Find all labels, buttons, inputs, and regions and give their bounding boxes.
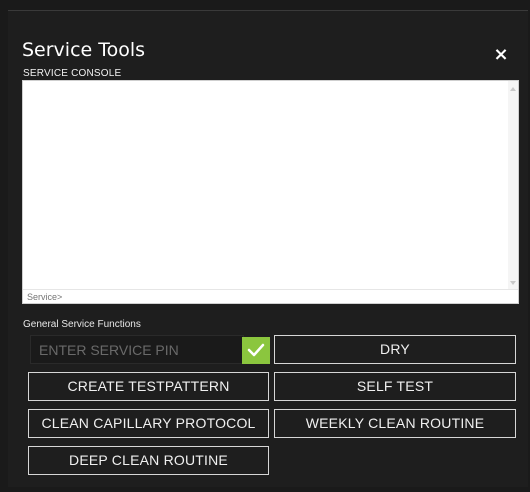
console-command-input[interactable] [23, 289, 518, 303]
console-scrollbar[interactable] [508, 81, 518, 291]
service-tools-dialog: Service Tools × SERVICE CONSOLE General … [8, 10, 528, 487]
create-testpattern-button[interactable]: CREATE TESTPATTERN [28, 372, 269, 401]
close-icon[interactable]: × [492, 46, 510, 64]
checkmark-icon [247, 343, 265, 357]
weekly-clean-routine-button[interactable]: WEEKLY CLEAN ROUTINE [274, 409, 516, 438]
dry-button[interactable]: DRY [274, 335, 516, 364]
dialog-title: Service Tools [22, 39, 146, 61]
deep-clean-routine-button[interactable]: DEEP CLEAN ROUTINE [28, 446, 269, 475]
general-service-functions-label: General Service Functions [23, 319, 141, 330]
clean-capillary-protocol-button[interactable]: CLEAN CAPILLARY PROTOCOL [28, 409, 269, 438]
service-pin-input[interactable] [30, 335, 244, 364]
self-test-button[interactable]: SELF TEST [274, 372, 516, 401]
service-console-label: SERVICE CONSOLE [23, 68, 122, 79]
service-console [22, 80, 519, 304]
scroll-up-icon[interactable] [510, 87, 516, 91]
pin-confirm-button[interactable] [242, 337, 270, 364]
scroll-down-icon[interactable] [510, 281, 516, 285]
